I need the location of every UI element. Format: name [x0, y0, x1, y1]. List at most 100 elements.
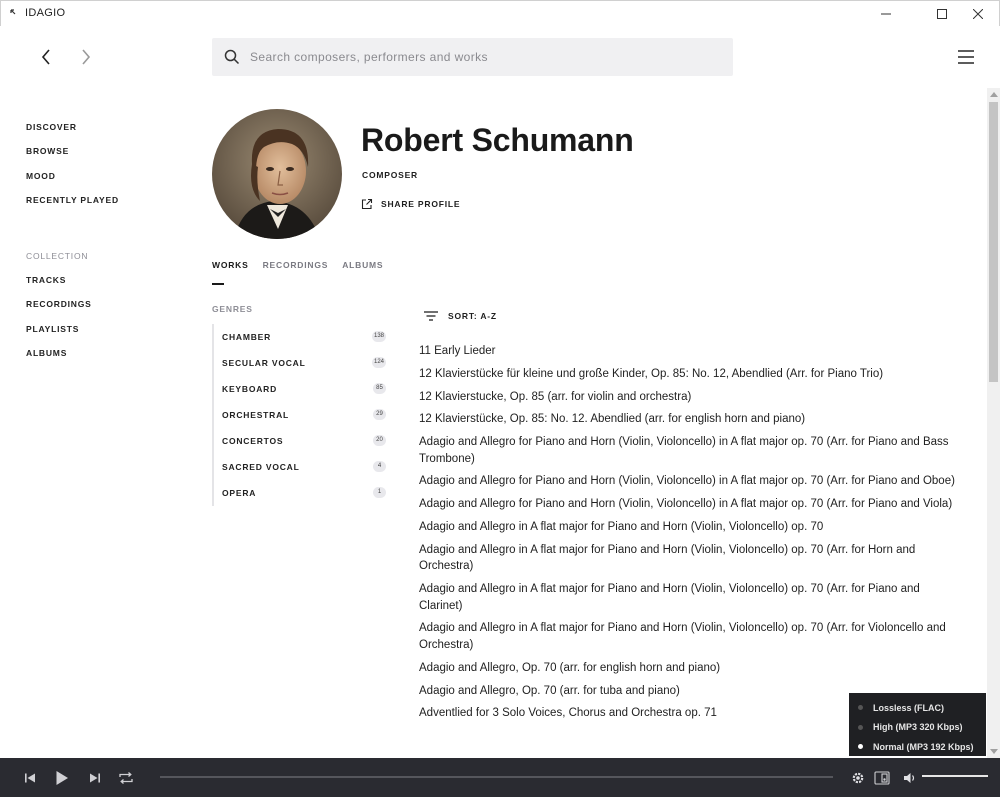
radio-dot-icon [858, 724, 863, 730]
minimize-button[interactable] [863, 1, 909, 27]
sidebar-item-browse[interactable]: BROWSE [26, 144, 186, 168]
work-item[interactable]: Adagio and Allegro in A flat major for P… [419, 519, 964, 536]
work-item[interactable]: 12 Klavierstücke für kleine und große Ki… [419, 366, 964, 383]
genre-count: 1 [373, 487, 386, 498]
sidebar-item-albums[interactable]: ALBUMS [26, 346, 186, 370]
work-item[interactable]: 12 Klavierstücke, Op. 85: No. 12. Abendl… [419, 411, 964, 428]
genre-name: SECULAR VOCAL [222, 358, 306, 368]
genre-list: CHAMBER 138 SECULAR VOCAL 124 KEYBOARD 8… [212, 324, 388, 506]
genre-item-sacred-vocal[interactable]: SACRED VOCAL 4 [212, 454, 388, 480]
scroll-up-arrow-icon[interactable] [990, 92, 998, 97]
genre-count: 20 [373, 435, 386, 446]
sort-button[interactable]: SORT: A-Z [424, 311, 497, 321]
quality-option-normal[interactable]: Normal (MP3 192 Kbps) [858, 737, 986, 757]
chevron-right-icon [82, 49, 91, 65]
genre-name: KEYBOARD [222, 384, 278, 394]
tab-recordings[interactable]: RECORDINGS [263, 260, 329, 270]
window-titlebar: IDAGIO [0, 0, 1000, 26]
speaker-device-icon [874, 770, 890, 785]
sidebar-item-recently-played[interactable]: RECENTLY PLAYED [26, 193, 186, 217]
app-icon [10, 9, 16, 15]
sidebar: DISCOVER BROWSE MOOD RECENTLY PLAYED COL… [26, 120, 186, 370]
genre-count: 4 [373, 461, 386, 472]
profile-tabs: WORKS RECORDINGS ALBUMS [212, 260, 383, 270]
sidebar-item-recordings[interactable]: RECORDINGS [26, 297, 186, 321]
search-bar [212, 38, 733, 76]
share-profile-label: SHARE PROFILE [381, 199, 461, 209]
work-item[interactable]: Adagio and Allegro for Piano and Horn (V… [419, 496, 964, 513]
forward-button[interactable] [76, 45, 96, 69]
chevron-left-icon [41, 49, 50, 65]
minimize-icon [881, 13, 891, 15]
gear-icon [852, 772, 864, 783]
volume-button[interactable] [902, 769, 916, 786]
previous-button[interactable] [22, 769, 38, 786]
genre-item-opera[interactable]: OPERA 1 [212, 480, 388, 506]
work-item[interactable]: Adagio and Allegro for Piano and Horn (V… [419, 473, 964, 490]
player-bar [0, 758, 1000, 797]
hamburger-menu-icon [958, 50, 974, 64]
portrait-image [212, 109, 342, 239]
active-tab-indicator [212, 283, 224, 285]
genre-item-chamber[interactable]: CHAMBER 138 [212, 324, 388, 350]
work-item[interactable]: 11 Early Lieder [419, 343, 964, 360]
repeat-button[interactable] [117, 769, 135, 786]
volume-icon [903, 772, 914, 783]
menu-button[interactable] [955, 47, 979, 67]
skip-previous-icon [25, 773, 35, 782]
search-icon [224, 49, 240, 65]
quality-menu: Lossless (FLAC) High (MP3 320 Kbps) Norm… [849, 693, 986, 756]
next-button[interactable] [87, 769, 103, 786]
share-profile-button[interactable]: SHARE PROFILE [361, 198, 460, 210]
radio-dot-icon [858, 744, 863, 750]
quality-option-label: High (MP3 320 Kbps) [873, 722, 963, 733]
genre-name: ORCHESTRAL [222, 410, 290, 420]
work-item[interactable]: Adagio and Allegro for Piano and Horn (V… [419, 434, 964, 467]
work-item[interactable]: Adagio and Allegro, Op. 70 (arr. for eng… [419, 660, 964, 677]
back-button[interactable] [36, 45, 56, 69]
maximize-icon [937, 9, 947, 19]
close-icon [973, 9, 983, 19]
genre-item-concertos[interactable]: CONCERTOS 20 [212, 428, 388, 454]
device-button[interactable] [873, 769, 891, 786]
work-item[interactable]: Adagio and Allegro in A flat major for P… [419, 542, 964, 575]
play-icon [56, 770, 68, 785]
sidebar-item-playlists[interactable]: PLAYLISTS [26, 322, 186, 346]
repeat-icon [119, 771, 133, 784]
genre-item-keyboard[interactable]: KEYBOARD 85 [212, 376, 388, 402]
scroll-down-arrow-icon[interactable] [990, 749, 998, 754]
tab-albums[interactable]: ALBUMS [342, 260, 383, 270]
close-button[interactable] [955, 1, 1000, 27]
radio-dot-icon [858, 705, 863, 711]
works-list: 11 Early Lieder 12 Klavierstücke für kle… [419, 343, 964, 728]
settings-button[interactable] [850, 769, 866, 786]
volume-slider[interactable] [922, 775, 988, 777]
composer-name: Robert Schumann [361, 122, 634, 158]
genre-name: SACRED VOCAL [222, 462, 300, 472]
genre-count: 124 [371, 357, 386, 368]
genre-item-secular-vocal[interactable]: SECULAR VOCAL 124 [212, 350, 388, 376]
scrollbar[interactable] [987, 88, 1000, 758]
quality-option-label: Normal (MP3 192 Kbps) [873, 741, 974, 752]
quality-option-high[interactable]: High (MP3 320 Kbps) [858, 718, 986, 738]
composer-role: COMPOSER [362, 170, 418, 180]
genre-name: CONCERTOS [222, 436, 284, 446]
genre-count: 29 [373, 409, 386, 420]
work-item[interactable]: Adagio and Allegro in A flat major for P… [419, 620, 964, 653]
work-item[interactable]: Adagio and Allegro in A flat major for P… [419, 581, 964, 614]
window-title: IDAGIO [25, 7, 66, 19]
playback-progress-bar[interactable] [160, 776, 833, 778]
search-input[interactable] [250, 38, 720, 76]
sidebar-item-mood[interactable]: MOOD [26, 169, 186, 193]
tab-works[interactable]: WORKS [212, 260, 249, 270]
play-button[interactable] [54, 769, 70, 786]
sidebar-item-tracks[interactable]: TRACKS [26, 273, 186, 297]
genre-item-orchestral[interactable]: ORCHESTRAL 29 [212, 402, 388, 428]
sidebar-item-discover[interactable]: DISCOVER [26, 120, 186, 144]
skip-next-icon [90, 773, 100, 782]
scrollbar-thumb[interactable] [989, 102, 998, 382]
external-link-icon [361, 198, 373, 210]
quality-option-lossless[interactable]: Lossless (FLAC) [858, 698, 986, 718]
composer-portrait [212, 109, 342, 239]
work-item[interactable]: 12 Klavierstucke, Op. 85 (arr. for violi… [419, 389, 964, 406]
